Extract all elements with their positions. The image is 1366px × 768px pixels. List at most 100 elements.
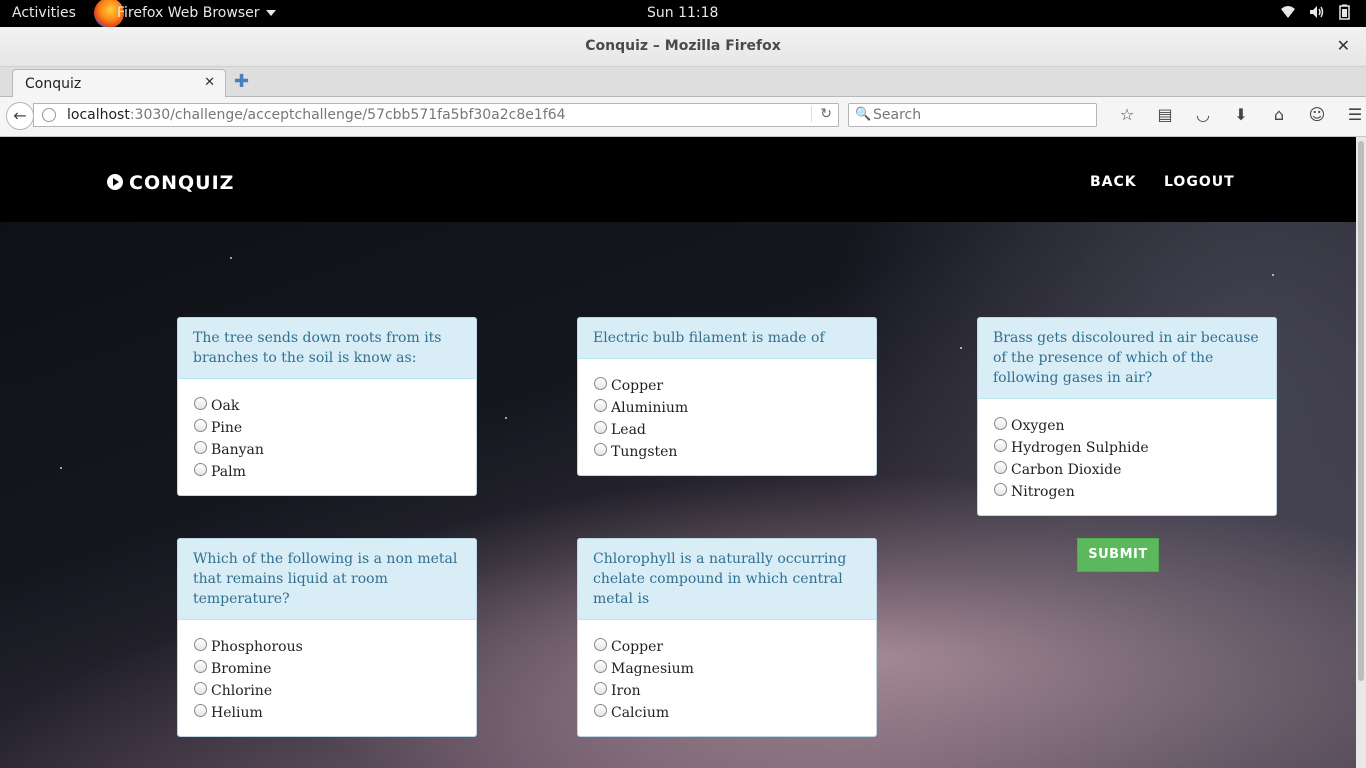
radio-button[interactable] xyxy=(594,637,607,651)
radio-button[interactable] xyxy=(194,396,207,410)
url-path: :3030/challenge/acceptchallenge/57cbb571… xyxy=(129,107,566,123)
option-palm[interactable]: Palm xyxy=(194,461,461,483)
search-box[interactable]: 🔍 xyxy=(848,103,1097,127)
tab-close-icon[interactable]: ✕ xyxy=(204,75,215,90)
pocket-icon[interactable]: ◡ xyxy=(1184,105,1222,124)
radio-button[interactable] xyxy=(194,637,207,651)
option-aluminium[interactable]: Aluminium xyxy=(594,397,861,419)
page-scrollbar[interactable] xyxy=(1356,137,1366,768)
tab-bar: Conquiz ✕ ✚ xyxy=(0,67,1366,97)
radio-button[interactable] xyxy=(194,418,207,432)
radio-button[interactable] xyxy=(594,681,607,695)
option-label: Bromine xyxy=(211,661,272,677)
option-copper[interactable]: Copper xyxy=(594,636,861,658)
url-text[interactable]: localhost:3030/challenge/acceptchallenge… xyxy=(67,107,566,123)
option-label: Oak xyxy=(211,398,240,414)
radio-button[interactable] xyxy=(994,416,1007,430)
option-calcium[interactable]: Calcium xyxy=(594,702,861,724)
home-icon[interactable]: ⌂ xyxy=(1260,105,1298,124)
brand-name: CONQUIZ xyxy=(129,172,235,194)
radio-button[interactable] xyxy=(994,482,1007,496)
submit-button[interactable]: SUBMIT xyxy=(1077,538,1159,572)
option-label: Palm xyxy=(211,464,246,480)
option-oxygen[interactable]: Oxygen xyxy=(994,415,1261,437)
search-input[interactable] xyxy=(871,106,1091,124)
option-label: Chlorine xyxy=(211,683,273,699)
radio-button[interactable] xyxy=(594,376,607,390)
option-oak[interactable]: Oak xyxy=(194,395,461,417)
option-tungsten[interactable]: Tungsten xyxy=(594,441,861,463)
question-options: Oxygen Hydrogen Sulphide Carbon Dioxide … xyxy=(978,399,1276,515)
window-close-icon[interactable]: ✕ xyxy=(1337,36,1350,55)
menu-hamburger-icon[interactable]: ☰ xyxy=(1336,105,1366,124)
question-card-2: Electric bulb filament is made of Copper… xyxy=(577,317,877,476)
radio-button[interactable] xyxy=(194,659,207,673)
option-chlorine[interactable]: Chlorine xyxy=(194,680,461,702)
option-label: Calcium xyxy=(611,705,670,721)
reload-icon[interactable]: ↻ xyxy=(811,106,832,122)
option-label: Lead xyxy=(611,422,646,438)
option-carbon-dioxide[interactable]: Carbon Dioxide xyxy=(994,459,1261,481)
background-star xyxy=(505,417,507,419)
caret-down-icon xyxy=(265,10,276,16)
question-options: Oak Pine Banyan Palm xyxy=(178,379,476,495)
radio-button[interactable] xyxy=(594,659,607,673)
site-identity-icon[interactable] xyxy=(42,108,56,122)
url-bar[interactable]: localhost:3030/challenge/acceptchallenge… xyxy=(33,103,839,127)
radio-button[interactable] xyxy=(194,681,207,695)
option-nitrogen[interactable]: Nitrogen xyxy=(994,481,1261,503)
option-lead[interactable]: Lead xyxy=(594,419,861,441)
radio-button[interactable] xyxy=(594,703,607,717)
question-text: Chlorophyll is a naturally occurring che… xyxy=(578,539,876,620)
back-arrow-icon[interactable]: ← xyxy=(6,102,34,130)
reading-list-icon[interactable]: ▤ xyxy=(1146,105,1184,124)
background-star xyxy=(960,347,962,349)
activities-button[interactable]: Activities xyxy=(12,5,76,21)
tab-conquiz[interactable]: Conquiz ✕ xyxy=(12,69,226,97)
option-label: Phosphorous xyxy=(211,639,303,655)
background-star xyxy=(230,257,232,259)
volume-icon xyxy=(1308,4,1324,20)
option-copper[interactable]: Copper xyxy=(594,375,861,397)
downloads-icon[interactable]: ⬇ xyxy=(1222,105,1260,124)
radio-button[interactable] xyxy=(994,460,1007,474)
option-banyan[interactable]: Banyan xyxy=(194,439,461,461)
option-label: Aluminium xyxy=(611,400,689,416)
background-star xyxy=(1272,274,1274,276)
option-helium[interactable]: Helium xyxy=(194,702,461,724)
question-options: Phosphorous Bromine Chlorine Helium xyxy=(178,620,476,736)
radio-button[interactable] xyxy=(194,703,207,717)
scrollbar-thumb[interactable] xyxy=(1358,141,1364,681)
option-hydrogen-sulphide[interactable]: Hydrogen Sulphide xyxy=(994,437,1261,459)
radio-button[interactable] xyxy=(594,420,607,434)
question-card-5: Chlorophyll is a naturally occurring che… xyxy=(577,538,877,737)
option-magnesium[interactable]: Magnesium xyxy=(594,658,861,680)
radio-button[interactable] xyxy=(594,398,607,412)
question-card-3: Brass gets discoloured in air because of… xyxy=(977,317,1277,516)
question-text: The tree sends down roots from its branc… xyxy=(178,318,476,379)
radio-button[interactable] xyxy=(194,440,207,454)
option-bromine[interactable]: Bromine xyxy=(194,658,461,680)
option-label: Banyan xyxy=(211,442,264,458)
option-pine[interactable]: Pine xyxy=(194,417,461,439)
option-phosphorous[interactable]: Phosphorous xyxy=(194,636,461,658)
question-card-1: The tree sends down roots from its branc… xyxy=(177,317,477,496)
question-options: Copper Magnesium Iron Calcium xyxy=(578,620,876,736)
nav-logout-link[interactable]: LOGOUT xyxy=(1164,174,1235,190)
system-tray[interactable] xyxy=(1280,4,1352,20)
option-label: Hydrogen Sulphide xyxy=(1011,440,1149,456)
window-title: Conquiz – Mozilla Firefox xyxy=(585,38,781,54)
radio-button[interactable] xyxy=(194,462,207,476)
app-menu[interactable]: Firefox Web Browser xyxy=(117,5,276,21)
radio-button[interactable] xyxy=(994,438,1007,452)
chat-icon[interactable]: ☺ xyxy=(1298,105,1336,124)
question-text: Electric bulb filament is made of xyxy=(578,318,876,359)
bookmark-star-icon[interactable]: ☆ xyxy=(1108,105,1146,124)
clock[interactable]: Sun 11:18 xyxy=(647,5,718,21)
new-tab-icon[interactable]: ✚ xyxy=(234,71,249,92)
radio-button[interactable] xyxy=(594,442,607,456)
brand-logo[interactable]: CONQUIZ xyxy=(107,172,234,194)
option-iron[interactable]: Iron xyxy=(594,680,861,702)
nav-back-link[interactable]: BACK xyxy=(1090,174,1137,190)
option-label: Nitrogen xyxy=(1011,484,1075,500)
